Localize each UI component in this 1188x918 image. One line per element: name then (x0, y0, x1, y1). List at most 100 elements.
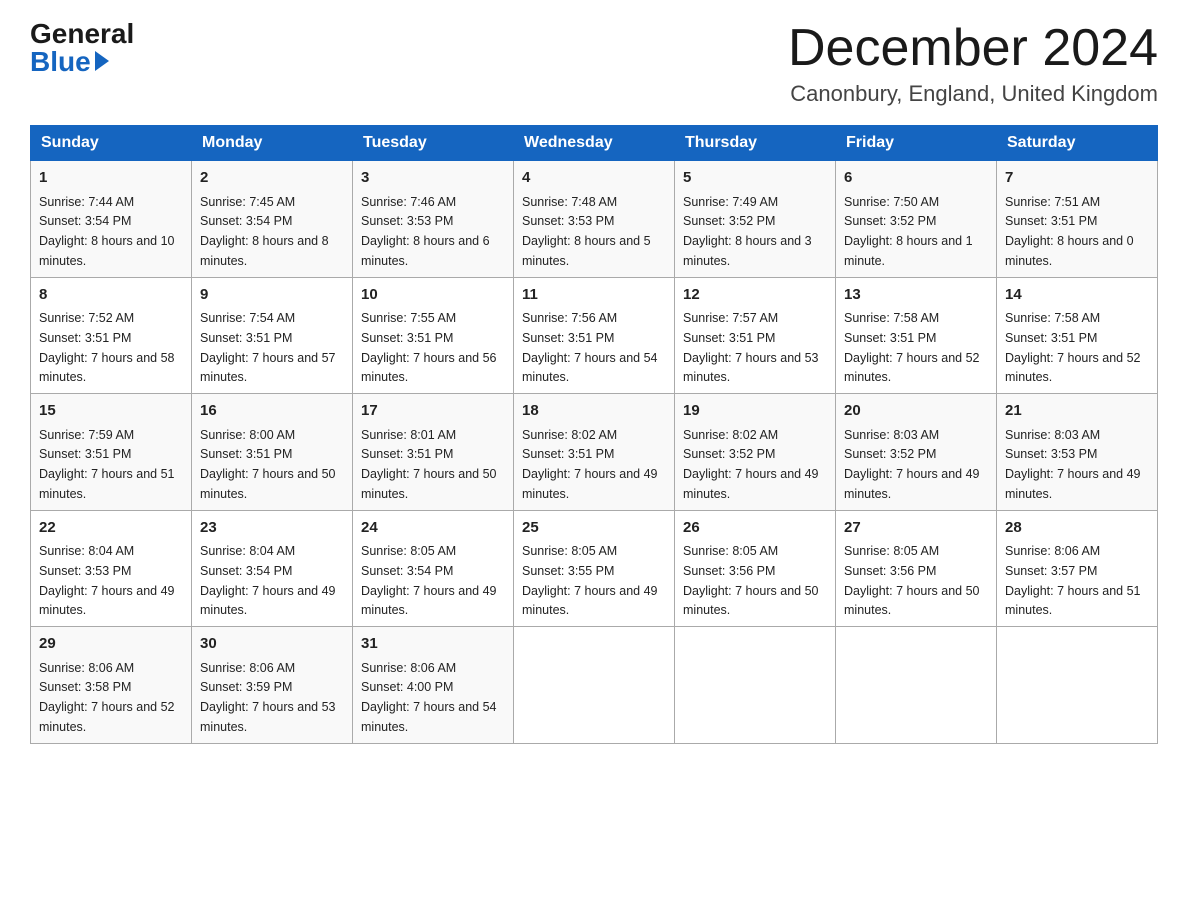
day-info: Sunrise: 7:58 AMSunset: 3:51 PMDaylight:… (1005, 311, 1141, 384)
day-number: 15 (39, 400, 183, 423)
day-number: 18 (522, 400, 666, 423)
header-cell-friday: Friday (836, 126, 997, 161)
day-info: Sunrise: 8:02 AMSunset: 3:51 PMDaylight:… (522, 428, 658, 501)
day-info: Sunrise: 8:06 AMSunset: 4:00 PMDaylight:… (361, 661, 497, 734)
day-cell-15: 15 Sunrise: 7:59 AMSunset: 3:51 PMDayligh… (31, 394, 192, 511)
day-number: 26 (683, 517, 827, 540)
day-info: Sunrise: 8:06 AMSunset: 3:58 PMDaylight:… (39, 661, 175, 734)
day-info: Sunrise: 7:45 AMSunset: 3:54 PMDaylight:… (200, 195, 329, 268)
month-title: December 2024 (788, 20, 1158, 77)
header-cell-wednesday: Wednesday (514, 126, 675, 161)
day-info: Sunrise: 8:05 AMSunset: 3:56 PMDaylight:… (844, 544, 980, 617)
day-cell-7: 7 Sunrise: 7:51 AMSunset: 3:51 PMDaylight… (997, 161, 1158, 278)
week-row-3: 15 Sunrise: 7:59 AMSunset: 3:51 PMDayligh… (31, 394, 1158, 511)
calendar-table: SundayMondayTuesdayWednesdayThursdayFrid… (30, 125, 1158, 744)
day-number: 27 (844, 517, 988, 540)
day-info: Sunrise: 7:56 AMSunset: 3:51 PMDaylight:… (522, 311, 658, 384)
day-number: 8 (39, 284, 183, 307)
day-info: Sunrise: 7:48 AMSunset: 3:53 PMDaylight:… (522, 195, 651, 268)
title-block: December 2024 Canonbury, England, United… (788, 20, 1158, 107)
day-cell-19: 19 Sunrise: 8:02 AMSunset: 3:52 PMDayligh… (675, 394, 836, 511)
day-number: 7 (1005, 167, 1149, 190)
day-info: Sunrise: 8:04 AMSunset: 3:54 PMDaylight:… (200, 544, 336, 617)
day-number: 23 (200, 517, 344, 540)
day-number: 24 (361, 517, 505, 540)
day-cell-10: 10 Sunrise: 7:55 AMSunset: 3:51 PMDayligh… (353, 277, 514, 394)
day-number: 10 (361, 284, 505, 307)
day-cell-13: 13 Sunrise: 7:58 AMSunset: 3:51 PMDayligh… (836, 277, 997, 394)
day-number: 19 (683, 400, 827, 423)
day-cell-21: 21 Sunrise: 8:03 AMSunset: 3:53 PMDayligh… (997, 394, 1158, 511)
day-number: 4 (522, 167, 666, 190)
day-cell-30: 30Sunrise: 8:06 AMSunset: 3:59 PMDayligh… (192, 627, 353, 744)
day-cell-5: 5 Sunrise: 7:49 AMSunset: 3:52 PMDaylight… (675, 161, 836, 278)
day-cell-20: 20 Sunrise: 8:03 AMSunset: 3:52 PMDayligh… (836, 394, 997, 511)
day-cell-24: 24 Sunrise: 8:05 AMSunset: 3:54 PMDayligh… (353, 510, 514, 627)
day-cell-14: 14Sunrise: 7:58 AMSunset: 3:51 PMDayligh… (997, 277, 1158, 394)
day-cell-16: 16Sunrise: 8:00 AMSunset: 3:51 PMDayligh… (192, 394, 353, 511)
day-cell-12: 12 Sunrise: 7:57 AMSunset: 3:51 PMDayligh… (675, 277, 836, 394)
page-header: General Blue December 2024 Canonbury, En… (30, 20, 1158, 107)
week-row-2: 8 Sunrise: 7:52 AMSunset: 3:51 PMDaylight… (31, 277, 1158, 394)
day-info: Sunrise: 8:04 AMSunset: 3:53 PMDaylight:… (39, 544, 175, 617)
day-info: Sunrise: 7:58 AMSunset: 3:51 PMDaylight:… (844, 311, 980, 384)
empty-cell (836, 627, 997, 744)
day-cell-8: 8 Sunrise: 7:52 AMSunset: 3:51 PMDaylight… (31, 277, 192, 394)
location-subtitle: Canonbury, England, United Kingdom (788, 81, 1158, 107)
day-cell-3: 3Sunrise: 7:46 AMSunset: 3:53 PMDaylight… (353, 161, 514, 278)
day-cell-29: 29 Sunrise: 8:06 AMSunset: 3:58 PMDayligh… (31, 627, 192, 744)
day-number: 17 (361, 400, 505, 423)
day-number: 11 (522, 284, 666, 307)
header-cell-thursday: Thursday (675, 126, 836, 161)
week-row-5: 29 Sunrise: 8:06 AMSunset: 3:58 PMDayligh… (31, 627, 1158, 744)
day-number: 3 (361, 167, 505, 190)
logo-triangle-icon (95, 51, 109, 71)
header-row: SundayMondayTuesdayWednesdayThursdayFrid… (31, 126, 1158, 161)
day-number: 20 (844, 400, 988, 423)
day-info: Sunrise: 8:00 AMSunset: 3:51 PMDaylight:… (200, 428, 336, 501)
day-number: 1 (39, 167, 183, 190)
header-cell-sunday: Sunday (31, 126, 192, 161)
day-number: 9 (200, 284, 344, 307)
day-number: 28 (1005, 517, 1149, 540)
day-number: 30 (200, 633, 344, 656)
day-cell-22: 22 Sunrise: 8:04 AMSunset: 3:53 PMDayligh… (31, 510, 192, 627)
day-cell-26: 26Sunrise: 8:05 AMSunset: 3:56 PMDayligh… (675, 510, 836, 627)
day-cell-4: 4 Sunrise: 7:48 AMSunset: 3:53 PMDaylight… (514, 161, 675, 278)
day-info: Sunrise: 7:51 AMSunset: 3:51 PMDaylight:… (1005, 195, 1134, 268)
day-number: 2 (200, 167, 344, 190)
week-row-1: 1 Sunrise: 7:44 AMSunset: 3:54 PMDaylight… (31, 161, 1158, 278)
day-info: Sunrise: 7:59 AMSunset: 3:51 PMDaylight:… (39, 428, 175, 501)
empty-cell (997, 627, 1158, 744)
day-info: Sunrise: 8:05 AMSunset: 3:54 PMDaylight:… (361, 544, 497, 617)
day-info: Sunrise: 7:49 AMSunset: 3:52 PMDaylight:… (683, 195, 812, 268)
day-info: Sunrise: 8:01 AMSunset: 3:51 PMDaylight:… (361, 428, 497, 501)
empty-cell (675, 627, 836, 744)
day-info: Sunrise: 7:44 AMSunset: 3:54 PMDaylight:… (39, 195, 175, 268)
day-number: 5 (683, 167, 827, 190)
header-cell-saturday: Saturday (997, 126, 1158, 161)
day-cell-11: 11 Sunrise: 7:56 AMSunset: 3:51 PMDayligh… (514, 277, 675, 394)
day-number: 12 (683, 284, 827, 307)
day-cell-18: 18 Sunrise: 8:02 AMSunset: 3:51 PMDayligh… (514, 394, 675, 511)
day-info: Sunrise: 8:02 AMSunset: 3:52 PMDaylight:… (683, 428, 819, 501)
day-cell-25: 25Sunrise: 8:05 AMSunset: 3:55 PMDayligh… (514, 510, 675, 627)
day-number: 21 (1005, 400, 1149, 423)
logo-blue-text: Blue (30, 48, 109, 76)
day-cell-23: 23 Sunrise: 8:04 AMSunset: 3:54 PMDayligh… (192, 510, 353, 627)
day-info: Sunrise: 8:03 AMSunset: 3:52 PMDaylight:… (844, 428, 980, 501)
day-cell-9: 9Sunrise: 7:54 AMSunset: 3:51 PMDaylight… (192, 277, 353, 394)
day-number: 31 (361, 633, 505, 656)
day-info: Sunrise: 8:03 AMSunset: 3:53 PMDaylight:… (1005, 428, 1141, 501)
day-number: 13 (844, 284, 988, 307)
day-info: Sunrise: 7:57 AMSunset: 3:51 PMDaylight:… (683, 311, 819, 384)
day-cell-1: 1 Sunrise: 7:44 AMSunset: 3:54 PMDaylight… (31, 161, 192, 278)
day-info: Sunrise: 7:50 AMSunset: 3:52 PMDaylight:… (844, 195, 973, 268)
day-cell-27: 27 Sunrise: 8:05 AMSunset: 3:56 PMDayligh… (836, 510, 997, 627)
day-info: Sunrise: 7:52 AMSunset: 3:51 PMDaylight:… (39, 311, 175, 384)
day-number: 29 (39, 633, 183, 656)
logo-general-text: General (30, 20, 134, 48)
day-number: 22 (39, 517, 183, 540)
day-number: 25 (522, 517, 666, 540)
day-info: Sunrise: 7:55 AMSunset: 3:51 PMDaylight:… (361, 311, 497, 384)
